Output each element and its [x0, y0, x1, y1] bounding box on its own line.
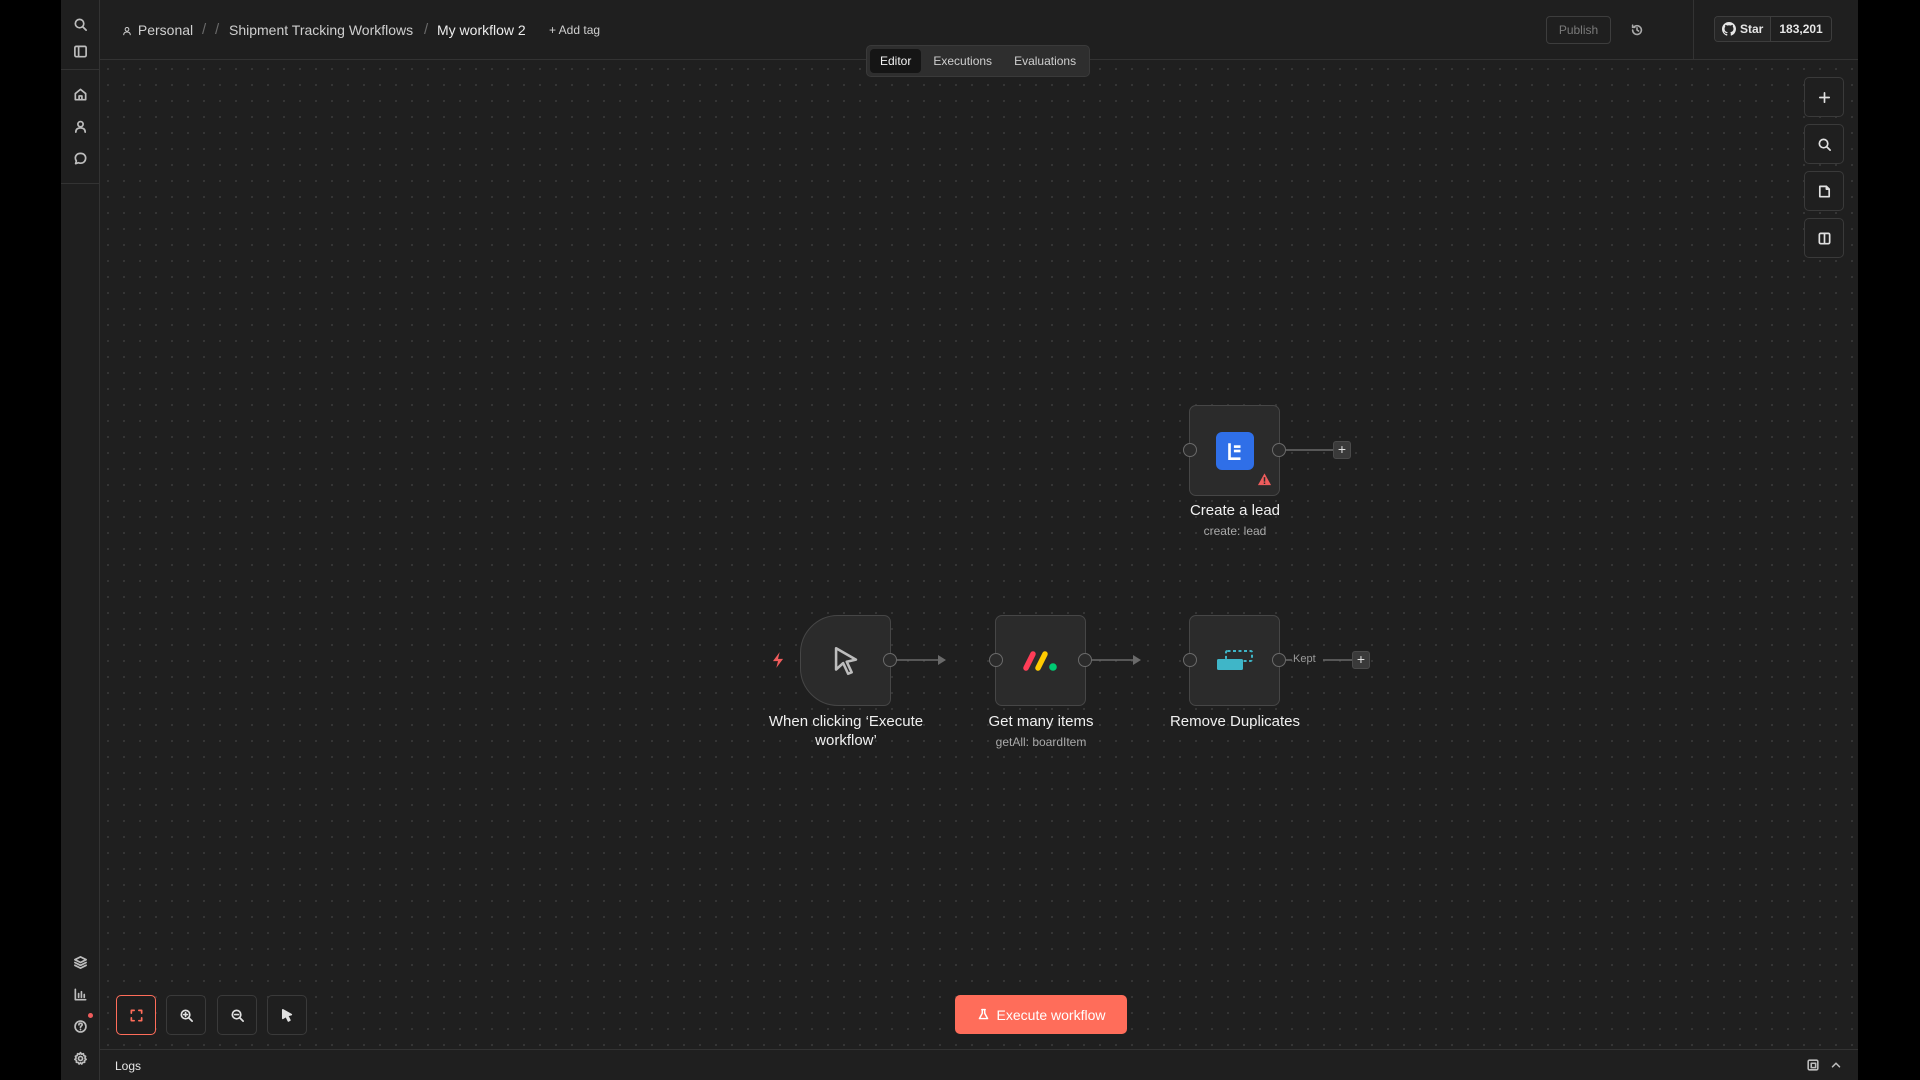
logs-panel[interactable]: Logs [100, 1049, 1858, 1080]
github-icon [1722, 22, 1736, 36]
output-label-kept: Kept [1293, 653, 1316, 665]
toggle-panel-button[interactable] [1804, 218, 1844, 258]
templates-icon[interactable] [69, 951, 91, 973]
breadcrumb-separator: / [215, 21, 220, 38]
left-sidebar [61, 0, 100, 1080]
tidy-up-button[interactable] [267, 995, 307, 1035]
history-icon[interactable] [1627, 20, 1647, 40]
tab-executions[interactable]: Executions [923, 49, 1002, 73]
add-node-button[interactable] [1804, 77, 1844, 117]
output-handle[interactable] [1272, 443, 1286, 457]
add-node-plus-button[interactable]: + [1333, 441, 1351, 459]
breadcrumb-owner[interactable]: Personal [122, 22, 193, 38]
breadcrumb-separator: / [202, 21, 207, 38]
github-star-count[interactable]: 183,201 [1771, 17, 1830, 41]
node-manual-trigger[interactable] [800, 615, 891, 706]
zoom-in-button[interactable] [166, 995, 206, 1035]
monday-logo [1022, 650, 1057, 671]
output-handle[interactable] [883, 653, 897, 667]
header-divider [1693, 0, 1694, 60]
input-handle[interactable] [1183, 443, 1197, 457]
node-remove-duplicates[interactable] [1189, 615, 1280, 706]
node-label: Create a lead [1189, 502, 1281, 519]
user-icon[interactable] [69, 115, 91, 137]
execute-workflow-button[interactable]: Execute workflow [955, 995, 1127, 1034]
lightning-trigger-icon [772, 652, 784, 668]
help-icon[interactable] [69, 1015, 91, 1037]
workflow-name[interactable]: My workflow 2 [437, 22, 526, 38]
connection-arrow [938, 655, 946, 665]
breadcrumb-separator: / [424, 21, 429, 38]
sidebar-divider [61, 183, 100, 184]
pop-out-icon[interactable] [1806, 1058, 1820, 1072]
view-tabs: Editor Executions Evaluations [866, 45, 1091, 77]
sidebar-toggle-icon[interactable] [69, 40, 91, 62]
node-label: When clicking ‘Execute workflow’ [768, 713, 924, 749]
app-window: Personal / / Shipment Tracking Workflows… [61, 0, 1858, 1080]
node-subtitle: getAll: boardItem [995, 735, 1087, 749]
connections-layer [889, 449, 1352, 665]
input-handle[interactable] [989, 653, 1003, 667]
add-node-plus-button[interactable]: + [1352, 651, 1370, 669]
sticky-note-button[interactable] [1804, 171, 1844, 211]
chat-icon[interactable] [69, 147, 91, 169]
search-nodes-button[interactable] [1804, 124, 1844, 164]
connection-arrow [1133, 655, 1141, 665]
notification-dot [88, 1013, 93, 1018]
logs-title: Logs [115, 1059, 142, 1073]
fit-view-button[interactable] [116, 995, 156, 1035]
node-label: Get many items [988, 713, 1094, 730]
breadcrumb-project[interactable]: Shipment Tracking Workflows [229, 22, 413, 38]
search-icon[interactable] [69, 13, 91, 35]
node-create-lead[interactable] [1189, 405, 1280, 496]
node-subtitle: create: lead [1203, 524, 1267, 538]
zoom-out-button[interactable] [217, 995, 257, 1035]
warning-icon[interactable] [1257, 472, 1272, 487]
remove-duplicates-icon [1216, 649, 1253, 670]
output-handle[interactable] [1272, 653, 1286, 667]
flask-icon [978, 1008, 988, 1020]
sidebar-divider [61, 69, 100, 70]
settings-gear-icon[interactable] [69, 1047, 91, 1069]
workflow-canvas[interactable]: + Create a lead create: lead When clicki… [100, 61, 1858, 1049]
home-icon[interactable] [69, 83, 91, 105]
github-star-widget: Star 183,201 [1714, 16, 1832, 42]
input-handle[interactable] [1183, 653, 1197, 667]
tab-editor[interactable]: Editor [870, 49, 922, 73]
breadcrumb-owner-label: Personal [137, 22, 194, 38]
node-label: Remove Duplicates [1169, 713, 1301, 730]
user-icon [123, 26, 131, 36]
insights-chart-icon[interactable] [69, 983, 91, 1005]
publish-button[interactable]: Publish [1546, 16, 1611, 44]
output-handle[interactable] [1078, 653, 1092, 667]
cursor-icon [834, 646, 857, 675]
node-get-many-items[interactable] [995, 615, 1086, 706]
add-tag-button[interactable]: + Add tag [549, 23, 600, 37]
tab-evaluations[interactable]: Evaluations [1004, 49, 1086, 73]
execute-workflow-label: Execute workflow [996, 1006, 1106, 1023]
github-star-label: Star [1740, 22, 1764, 36]
github-star-button[interactable]: Star [1715, 17, 1772, 41]
lead-crm-icon [1215, 431, 1254, 470]
chevron-up-icon[interactable] [1829, 1058, 1843, 1072]
